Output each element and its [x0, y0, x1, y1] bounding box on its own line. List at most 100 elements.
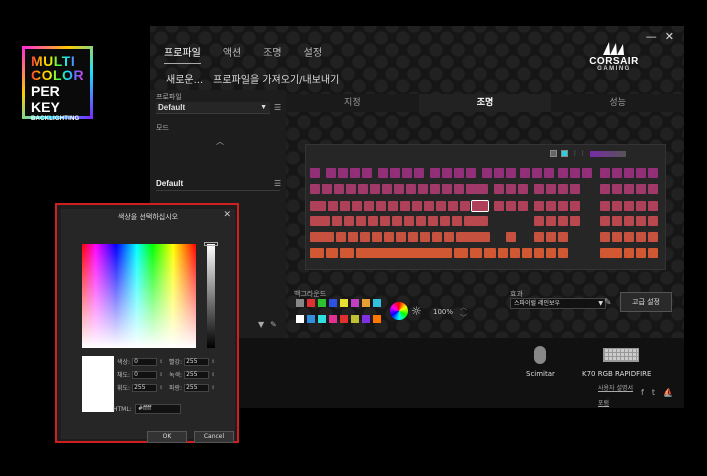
corsair-icon[interactable]: ⛵: [663, 388, 673, 397]
keyboard-key[interactable]: [636, 201, 646, 211]
keyboard-key[interactable]: [600, 248, 622, 258]
keyboard-key[interactable]: [570, 168, 580, 178]
color-toggle-icon[interactable]: [561, 150, 568, 157]
color-spectrum[interactable]: [82, 244, 196, 348]
keyboard-key[interactable]: [416, 216, 426, 226]
html-input[interactable]: #ffff: [135, 404, 181, 414]
spinner-icon[interactable]: ⇕: [211, 359, 215, 365]
color-swatch[interactable]: [340, 299, 348, 307]
keyboard-key[interactable]: [418, 184, 428, 194]
keyboard-key[interactable]: [494, 184, 504, 194]
keyboard-key[interactable]: [448, 201, 458, 211]
keyboard-key[interactable]: [498, 248, 508, 258]
keyboard-key[interactable]: [558, 216, 568, 226]
keyboard-key[interactable]: [326, 168, 336, 178]
keyboard-key[interactable]: [648, 201, 658, 211]
keyboard-key[interactable]: [612, 216, 622, 226]
keyboard-key[interactable]: [600, 201, 610, 211]
keyboard-key[interactable]: [430, 184, 440, 194]
keyboard-key[interactable]: [484, 248, 496, 258]
keyboard-key[interactable]: [310, 184, 320, 194]
tab-assign[interactable]: 지정: [286, 94, 419, 112]
keyboard-key[interactable]: [582, 168, 592, 178]
keyboard-key[interactable]: [352, 201, 362, 211]
sat-input[interactable]: 0: [132, 370, 158, 379]
keyboard-key[interactable]: [310, 232, 334, 242]
keyboard-key[interactable]: [624, 248, 634, 258]
keyboard-key[interactable]: [356, 248, 452, 258]
nav-action[interactable]: 액션: [223, 44, 241, 64]
keyboard-key[interactable]: [368, 216, 378, 226]
keyboard-key[interactable]: [430, 168, 440, 178]
advanced-settings-button[interactable]: 고급 설정: [620, 292, 672, 312]
keyboard-icon[interactable]: [603, 348, 639, 362]
keyboard-key[interactable]: [454, 248, 468, 258]
tab-lighting[interactable]: 조명: [418, 94, 552, 112]
spinner-icon[interactable]: ⇕: [159, 385, 163, 391]
keyboard-key[interactable]: [532, 168, 542, 178]
keyboard-key[interactable]: [310, 248, 324, 258]
keyboard-key[interactable]: [636, 248, 646, 258]
keyboard-key[interactable]: [600, 216, 610, 226]
color-swatch[interactable]: [351, 299, 359, 307]
keyboard-key[interactable]: [558, 201, 568, 211]
keyboard-key[interactable]: [636, 168, 646, 178]
cancel-button[interactable]: Cancel: [194, 431, 234, 443]
color-wheel-icon[interactable]: [390, 302, 408, 320]
nav-profile[interactable]: 프로파일: [164, 44, 201, 64]
keyboard-key[interactable]: [470, 248, 482, 258]
user-guide-link[interactable]: 사용자 설명서: [598, 383, 633, 392]
keyboard-key[interactable]: [350, 168, 360, 178]
keyboard-key[interactable]: [408, 232, 418, 242]
keyboard-key[interactable]: [636, 232, 646, 242]
twitter-icon[interactable]: t: [652, 388, 655, 397]
keyboard-key[interactable]: [322, 184, 332, 194]
minimize-button[interactable]: —: [646, 30, 657, 43]
menu-icon[interactable]: ☰: [274, 103, 281, 112]
keyboard-key[interactable]: [518, 201, 528, 211]
keyboard-key[interactable]: [340, 201, 350, 211]
keyboard-key[interactable]: [424, 201, 434, 211]
forum-link[interactable]: 포럼: [598, 398, 609, 407]
keyboard-key[interactable]: [648, 168, 658, 178]
keyboard-key[interactable]: [360, 232, 370, 242]
keyboard-key[interactable]: [432, 232, 442, 242]
close-icon[interactable]: ✕: [223, 210, 231, 220]
new-profile-link[interactable]: 새로운...: [166, 71, 203, 86]
keyboard-key[interactable]: [336, 232, 346, 242]
keyboard-key[interactable]: [506, 201, 516, 211]
keyboard-key[interactable]: [506, 168, 516, 178]
color-swatch[interactable]: [373, 315, 381, 323]
keyboard-key[interactable]: [402, 168, 412, 178]
keyboard-key[interactable]: [376, 201, 386, 211]
keyboard-key[interactable]: [534, 201, 544, 211]
keyboard-key[interactable]: [612, 201, 622, 211]
keyboard-key[interactable]: [388, 201, 398, 211]
close-button[interactable]: ✕: [665, 30, 674, 43]
keyboard-key[interactable]: [444, 232, 454, 242]
keyboard-key[interactable]: [404, 216, 414, 226]
keyboard-key[interactable]: [546, 232, 556, 242]
spinner-icon[interactable]: ⇕: [211, 385, 215, 391]
blue-input[interactable]: 255: [184, 383, 210, 392]
keyboard-key[interactable]: [436, 201, 446, 211]
keyboard-key[interactable]: [452, 216, 462, 226]
keyboard-key[interactable]: [546, 201, 556, 211]
luminance-handle[interactable]: [204, 242, 218, 246]
chevron-up-icon[interactable]: ︿: [460, 302, 467, 312]
keyboard-key[interactable]: [522, 248, 532, 258]
keyboard-key[interactable]: [340, 248, 354, 258]
keyboard-key[interactable]: [380, 216, 390, 226]
keyboard-key[interactable]: [420, 232, 430, 242]
keyboard-key[interactable]: [544, 168, 554, 178]
keyboard-key[interactable]: [648, 216, 658, 226]
green-input[interactable]: 255: [184, 370, 210, 379]
spinner-icon[interactable]: ⇕: [159, 359, 163, 365]
keyboard-key[interactable]: [346, 184, 356, 194]
keyboard-key[interactable]: [348, 232, 358, 242]
keyboard-key[interactable]: [400, 201, 410, 211]
keyboard-key[interactable]: [442, 168, 452, 178]
mode-item-default[interactable]: Default: [156, 177, 280, 191]
keyboard-key[interactable]: [534, 184, 544, 194]
keyboard-key[interactable]: [506, 232, 516, 242]
